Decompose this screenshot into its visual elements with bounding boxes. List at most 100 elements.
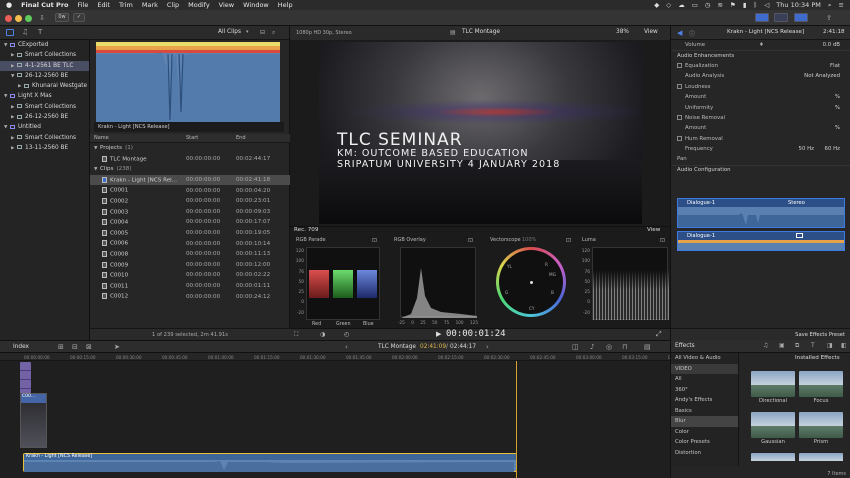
clip-row[interactable]: ▶ Krakn - Light [NCS Rel... 00:00:00:00 00:… [90,174,290,186]
disclosure-icon[interactable]: ▶ [94,210,105,215]
layout-browser-button[interactable] [755,13,769,22]
skimming-icon[interactable]: ◫ [572,343,579,351]
zoom-window-button[interactable] [25,15,32,22]
disclosure-icon[interactable]: ▶ [94,189,105,194]
clip-row[interactable]: ▶ C0003 00:00:00:00 00:00:09:03 [90,207,290,218]
search-icon[interactable]: ⌕ [272,29,275,37]
enable-checkbox[interactable] [677,136,682,142]
search-icon[interactable]: ⌕ [828,1,832,10]
clip-row[interactable]: ▶ C0011 00:00:00:00 00:00:01:11 [90,281,290,292]
clip-row[interactable]: ▶ C0005 00:00:00:00 00:00:19:05 [90,228,290,239]
inspector-row[interactable]: Loudness [671,82,850,92]
filter-icon[interactable]: ⊟ [260,29,265,36]
enable-checkbox[interactable] [677,84,682,90]
back-history-icon[interactable]: ‹ [345,343,348,351]
video-clip[interactable]: C00... [20,393,47,448]
app-menu[interactable]: Final Cut Pro [21,1,68,9]
transitions-icon[interactable]: ⧉ [795,342,799,350]
headphones-icon[interactable]: ♫ [763,342,768,349]
menu-edit[interactable]: Edit [97,1,110,9]
bluetooth-icon[interactable]: ᛒ [753,1,757,9]
snapping-icon[interactable]: ⊓ [622,343,627,351]
clip-group-row[interactable]: ▼ Clips (238) [90,164,290,175]
layout-timeline-button[interactable] [774,13,788,22]
append-clip-icon[interactable]: ⊞ [58,343,64,351]
disclosure-icon[interactable]: ▶ [94,242,105,247]
transform-icon[interactable]: ⛶ [294,331,298,339]
timeline[interactable]: 00:00:00:00 00:00:15:00 00:00:30:00 00:00:4… [0,353,670,478]
effects-category[interactable]: Color Presets [671,437,738,448]
playhead[interactable] [516,361,517,478]
close-window-button[interactable] [5,15,12,22]
inspector-row-value[interactable]: Not Analyzed [804,73,840,79]
effect-thumb-prism[interactable] [799,412,843,438]
channel-icon[interactable] [796,233,803,238]
import-icon[interactable]: ⇩ [38,14,46,22]
scope-settings-icon[interactable]: ⊡ [372,237,377,244]
photos-icon[interactable]: ♫ [22,29,28,36]
flag-icon[interactable]: ⚑ [730,1,736,9]
timeline-ruler[interactable]: 00:00:00:00 00:00:15:00 00:00:30:00 00:00:4… [0,353,670,361]
effect-thumb-directional[interactable] [751,371,795,397]
menu-window[interactable]: Window [243,1,269,9]
clip-row[interactable]: ▶ C0012 00:00:00:00 00:00:24:12 [90,291,290,302]
speed-icon[interactable]: ◴ [344,331,349,338]
disclosure-icon[interactable]: ▼ [92,146,100,151]
cloud-icon[interactable]: ☁ [678,1,685,9]
disclosure-icon[interactable]: ▶ [94,252,105,257]
inspector-row-value[interactable]: % [835,105,840,111]
menu-file[interactable]: File [78,1,89,9]
clip-row[interactable]: ▶ C0001 00:00:00:00 00:00:04:20 [90,185,290,196]
disclosure-icon[interactable]: ▶ [94,157,105,162]
inspector-row[interactable]: Noise Removal [671,113,850,123]
effects-category[interactable]: VIDEO [671,363,738,374]
insert-clip-icon[interactable]: ⊟ [72,343,78,351]
audio-role-2[interactable]: Dialogue-1 [677,231,845,251]
audio-filmstrip[interactable] [96,42,280,132]
clip-row[interactable]: ▶ C0002 00:00:00:00 00:00:23:01 [90,196,290,207]
audio-role-1[interactable]: Dialogue-1 Stereo [677,198,845,228]
solo-icon[interactable]: ◎ [606,343,612,351]
select-tool-icon[interactable]: ➤ [114,343,120,351]
library-item[interactable]: ▶ 13-11-2560 BE [0,143,89,153]
save-effects-preset-button[interactable]: Save Effects Preset [795,332,845,338]
menu-view[interactable]: View [219,1,234,9]
effects-icon[interactable]: ▣ [779,342,785,349]
generators-icon[interactable]: ◨ [827,342,833,349]
column-name[interactable]: Name [90,135,186,141]
enable-checkbox[interactable] [677,63,682,69]
library-item[interactable]: ▼ 26-12-2560 BE [0,71,89,81]
scopes-view-dropdown[interactable]: View [647,227,660,233]
dropbox-icon[interactable]: ◆ [654,1,659,9]
volume-icon[interactable]: ◁ [764,1,769,9]
wifi-icon[interactable]: ≋ [718,1,723,9]
library-item[interactable]: ▼ Untitled [0,122,89,132]
effect-thumb-next-2[interactable] [799,453,843,467]
library-item[interactable]: ▼ Light X Mas [0,91,89,101]
time-machine-icon[interactable]: ◷ [705,1,711,9]
overwrite-clip-icon[interactable]: ⊠ [86,343,92,351]
audio-clip-selected[interactable]: Krakn - Light [NCS Release] [23,453,517,472]
clock[interactable]: Thu 10:34 PM [776,1,821,9]
keyword-button[interactable]: 0w [55,13,69,22]
audio-tab-icon[interactable]: ◀ [677,29,682,37]
libraries-icon[interactable] [6,29,14,36]
clip-row[interactable]: ▶ C0009 00:00:00:00 00:00:12:00 [90,260,290,271]
effects-category[interactable]: All [671,374,738,385]
forward-history-icon[interactable]: › [486,343,489,351]
volume-keyframe-icon[interactable]: ♦ [759,42,764,48]
minimize-window-button[interactable] [15,15,22,22]
clip-row[interactable]: ▶ C0006 00:00:00:00 00:00:10:14 [90,238,290,249]
effect-thumb-focus[interactable] [799,371,843,397]
inspector-row-value[interactable]: % [835,125,840,131]
themes-icon[interactable]: ◧ [841,342,847,349]
index-button[interactable]: Index [13,344,29,350]
effects-category[interactable]: Andy's Effects [671,395,738,406]
apple-menu-icon[interactable]: ● [6,1,12,9]
titles-icon[interactable]: T [811,342,815,349]
zoom-dropdown[interactable]: 38% [616,29,629,35]
clip-filter-dropdown[interactable]: All Clips [218,29,241,35]
effects-category[interactable]: All Video & Audio [671,353,738,364]
clip-group-row[interactable]: ▼ Projects (1) [90,143,290,154]
clip-row[interactable]: ▶ C0010 00:00:00:00 00:00:02:22 [90,270,290,281]
